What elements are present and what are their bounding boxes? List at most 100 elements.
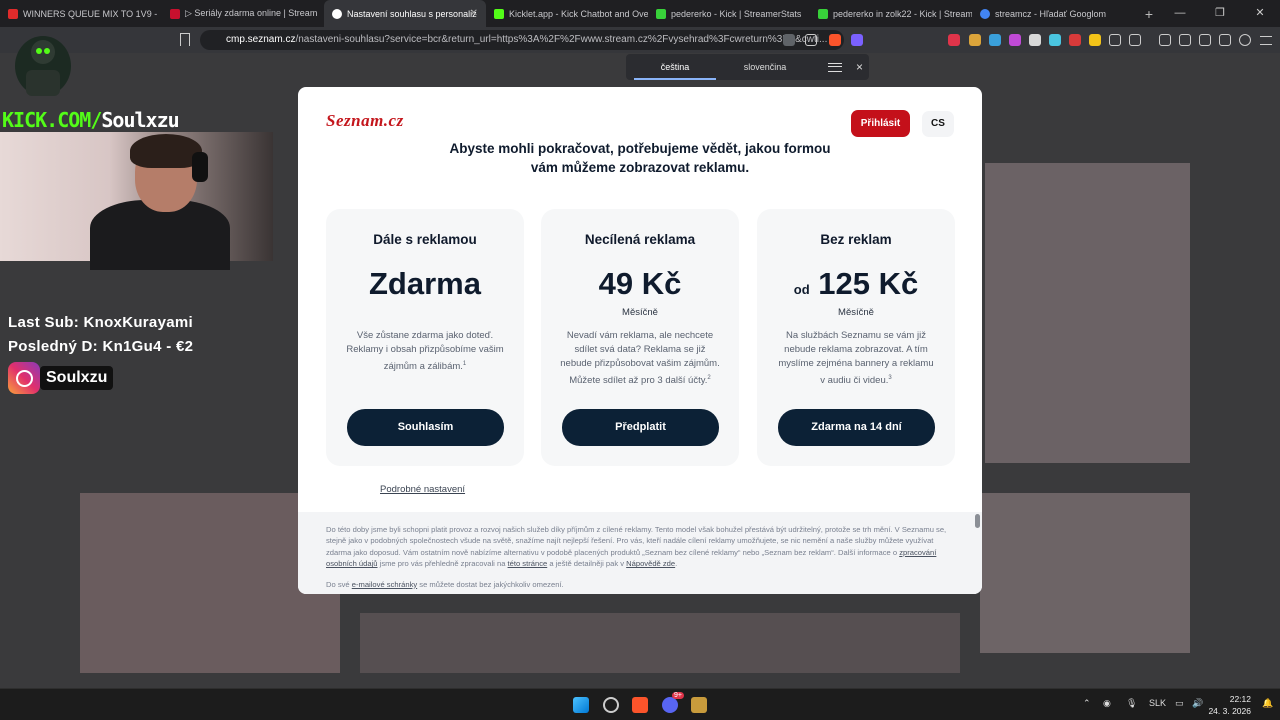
agree-button[interactable]: Souhlasím [347, 409, 504, 446]
close-tab-icon[interactable]: ✕ [470, 8, 478, 19]
close-icon[interactable]: × [856, 60, 863, 74]
tab-title: pedererko in zolk22 - Kick | Streame [833, 8, 972, 19]
tab-3[interactable]: Kicklet.app - Kick Chatbot and Overl [486, 0, 648, 27]
windows-start-icon[interactable] [573, 697, 589, 713]
adblock-icon[interactable] [948, 34, 960, 46]
login-button[interactable]: Přihlásit [851, 110, 910, 137]
plan-description: Vše zůstane zdarma jako doteď. Reklamy i… [344, 329, 506, 374]
last-donation-label: Posledný D: Kn1Gu4 - €2 [8, 338, 194, 355]
clock-date: 24. 3. 2026 [1208, 706, 1251, 716]
translate-icon[interactable] [783, 34, 795, 46]
headline-line: Abyste mohli pokračovat, potřebujeme věd… [449, 141, 831, 156]
url-field[interactable]: cmp.seznam.cz/nastaveni-souhlasu?service… [200, 30, 844, 50]
kick-domain: KICK.COM/ [2, 108, 102, 132]
minimize-icon[interactable]: — [1160, 0, 1200, 27]
translate-lang-czech[interactable]: čeština [634, 54, 716, 80]
translate-popup: čeština slovenčina × [626, 54, 869, 80]
taskbar: 9+ ⌃ ◉ 🎙 SLK ▭ 🔊 22:12 24. 3. 2026 🔔 [0, 688, 1280, 720]
brave-rewards-icon[interactable] [851, 34, 863, 46]
stats-icon [656, 8, 666, 19]
tab-strip: WINNERS QUEUE MIX TO 1V9 - ▷ Seriály zda… [0, 0, 1280, 27]
extension-icon[interactable] [1049, 34, 1061, 46]
extension-icon[interactable] [1089, 34, 1101, 46]
tab-2-active[interactable]: Nastavení souhlasu s personaliz ✕ [324, 0, 486, 27]
plan-description-text: Vše zůstane zdarma jako doteď. Reklamy i… [346, 330, 504, 373]
tab-1[interactable]: ▷ Seriály zdarma online | Stream [162, 0, 324, 27]
discord-badge: 9+ [672, 692, 684, 699]
stream-icon [170, 8, 180, 19]
music-icon[interactable] [1159, 34, 1171, 46]
share-icon[interactable] [805, 34, 817, 46]
url-host: cmp.seznam.cz [226, 34, 296, 45]
free-trial-button[interactable]: Zdarma na 14 dní [778, 409, 935, 446]
subscribe-button[interactable]: Předplatit [562, 409, 719, 446]
plan-price: od 125 Kč [757, 266, 955, 302]
plan-price-value: 125 Kč [818, 266, 919, 301]
webcam-feed [0, 132, 273, 270]
legal-text: a ještě detailněji pak v [547, 559, 627, 569]
headline-line: vám můžeme zobrazovat reklamu. [530, 160, 750, 175]
puzzle-icon[interactable] [1109, 34, 1121, 46]
tab-6[interactable]: streamcz - Hľadať Googlom [972, 0, 1134, 27]
hamburger-icon[interactable] [828, 62, 842, 72]
plan-period: Měsíčně [838, 307, 874, 318]
language-button[interactable]: CS [922, 111, 954, 137]
tab-title: WINNERS QUEUE MIX TO 1V9 - [23, 8, 158, 19]
keyboard-language[interactable]: SLK [1149, 698, 1166, 708]
dialog-scrollbar[interactable] [975, 514, 980, 528]
discord-icon[interactable] [662, 697, 678, 713]
instagram-badge: Soulxzu [8, 362, 114, 394]
brave-icon[interactable] [632, 697, 648, 713]
legal-paragraph: Do své e-mailové schránky se můžete dost… [326, 579, 954, 590]
app-icon[interactable] [691, 697, 707, 713]
detailed-settings-link[interactable]: Podrobné nastavení [380, 484, 465, 495]
tab-title: Nastavení souhlasu s personaliz [347, 8, 477, 19]
plan-price-value: 49 Kč [598, 266, 682, 301]
bg-thumbnail [985, 163, 1190, 463]
chevron-up-icon[interactable]: ⌃ [1083, 698, 1091, 709]
extension-icon[interactable] [989, 34, 1001, 46]
plan-title: Dále s reklamou [373, 232, 477, 247]
extension-icon[interactable] [1009, 34, 1021, 46]
discord-tray-icon[interactable]: ◉ [1103, 698, 1111, 709]
kick-channel-label: KICK.COM/Soulxzu [2, 108, 180, 132]
app-icon[interactable] [603, 697, 619, 713]
brave-shields-icon[interactable] [829, 34, 841, 46]
address-bar: cmp.seznam.cz/nastaveni-souhlasu?service… [0, 27, 1280, 53]
email-link[interactable]: e-mailové schránky [352, 580, 417, 589]
extension-icon[interactable] [969, 34, 981, 46]
stats-icon [818, 8, 828, 19]
plan-price: Zdarma [326, 266, 524, 302]
plan-card-untargeted: Necílená reklama 49 Kč Měsíčně Nevadí vá… [541, 209, 739, 466]
bookmark-icon[interactable] [180, 33, 190, 46]
youtube-icon [8, 8, 18, 19]
tab-4[interactable]: pedererko - Kick | StreamerStats [648, 0, 810, 27]
microphone-icon[interactable]: 🎙 [1126, 698, 1137, 709]
notification-icon[interactable]: 🔔 [1262, 698, 1273, 709]
seznam-logo: Seznam.cz [326, 111, 404, 130]
menu-icon[interactable] [1260, 36, 1272, 45]
extension-icon[interactable] [1069, 34, 1081, 46]
clock[interactable]: 22:12 24. 3. 2026 [1208, 693, 1251, 717]
instagram-handle: Soulxzu [40, 366, 114, 390]
maximize-icon[interactable]: ❐ [1200, 0, 1240, 27]
leo-icon[interactable] [1219, 34, 1231, 46]
google-icon [980, 8, 990, 19]
bg-thumbnail [980, 493, 1190, 653]
legal-text: jsme pro vás přehledně zpracovali na [377, 559, 508, 569]
network-icon[interactable]: ▭ [1175, 698, 1184, 709]
extension-icon[interactable] [1029, 34, 1041, 46]
sidebar-icon[interactable] [1179, 34, 1191, 46]
screenshot-icon[interactable] [1129, 34, 1141, 46]
tab-5[interactable]: pedererko in zolk22 - Kick | Streame [810, 0, 972, 27]
translate-lang-slovak[interactable]: slovenčina [724, 54, 806, 80]
wallet-icon[interactable] [1199, 34, 1211, 46]
help-link[interactable]: Nápovědě zde [626, 559, 675, 568]
this-page-link[interactable]: této stránce [508, 559, 548, 568]
vpn-icon[interactable] [1239, 34, 1251, 46]
volume-icon[interactable]: 🔊 [1192, 698, 1203, 709]
plan-description: Na službách Seznamu se vám již nebude re… [775, 329, 937, 388]
close-icon[interactable]: ✕ [1240, 0, 1280, 27]
legal-text: Do této doby jsme byli schopni platit pr… [326, 525, 947, 557]
last-sub-label: Last Sub: KnoxKurayami [8, 314, 193, 331]
